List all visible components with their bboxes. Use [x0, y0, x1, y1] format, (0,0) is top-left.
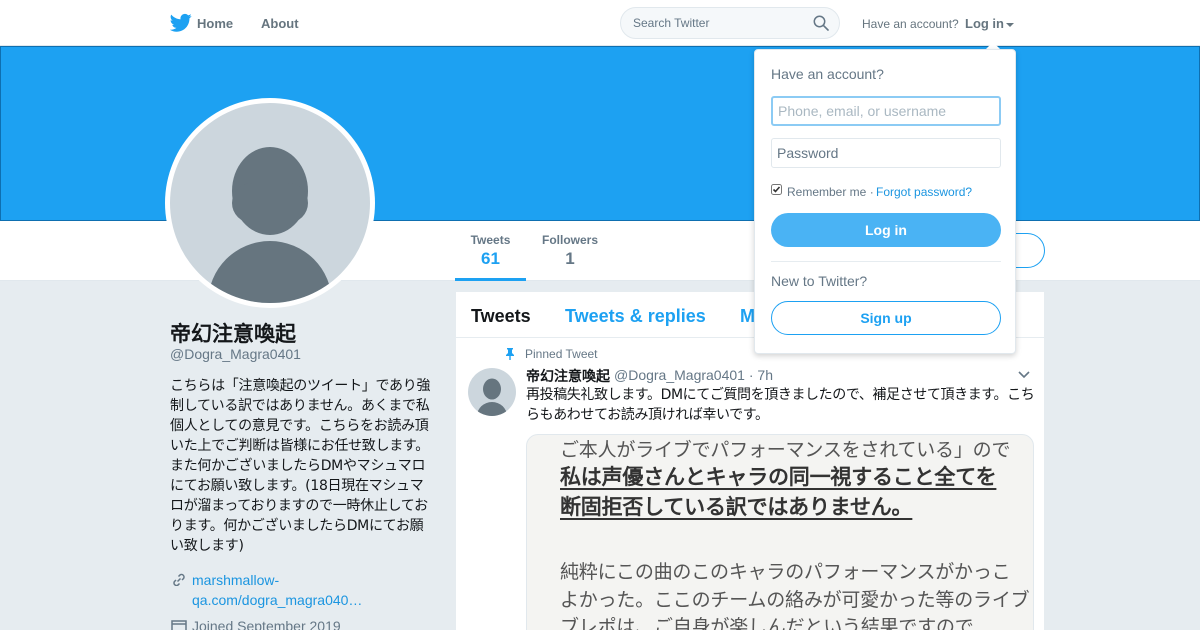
tweets-stat[interactable]: Tweets 61 [455, 233, 526, 281]
tab-media[interactable]: M [740, 306, 755, 327]
nav-about-link[interactable]: About [261, 16, 299, 31]
followers-stat-count: 1 [565, 249, 575, 268]
tweet-author-avatar[interactable] [468, 368, 516, 416]
twitter-bird-icon[interactable] [170, 13, 192, 33]
dropdown-title: Have an account? [771, 66, 884, 82]
login-dropdown-toggle[interactable]: Log in [965, 16, 1014, 31]
media-text-line: 断固拒否している訳ではありません。 [560, 495, 913, 519]
remember-me-text: Remember me [787, 185, 867, 199]
default-avatar-icon [170, 103, 370, 303]
tab-tweets-and-replies[interactable]: Tweets & replies [565, 306, 706, 327]
tab-tweets[interactable]: Tweets [471, 306, 531, 327]
tweet-media-image[interactable]: ご本人がライブでパフォーマンスをされている」ので 私は声優さんとキャラの同一視す… [526, 434, 1034, 630]
tweet-timestamp[interactable]: · 7h [749, 367, 773, 383]
separator-text: · [869, 185, 874, 199]
login-dropdown: Have an account? Remember me · Forgot pa… [754, 49, 1016, 354]
link-icon [173, 573, 185, 586]
profile-avatar[interactable] [165, 98, 375, 308]
media-text-line: 純粋にこの曲のこのキャラのパフォーマンスがかっこ [560, 561, 1011, 583]
tweet-text: 再投稿失礼致します。DMにてご質問を頂きましたので、補足させて頂きます。こちらも… [526, 387, 1035, 423]
remember-me-label: Remember me · [787, 185, 874, 199]
avatar-silhouette-icon [208, 147, 332, 303]
pin-icon [506, 348, 514, 360]
pinned-tweet-label: Pinned Tweet [525, 347, 598, 361]
dropdown-divider [771, 261, 1001, 262]
media-text-line: ブレポは、ご自身が楽しんだという結果ですので [560, 616, 974, 630]
calendar-icon [171, 620, 187, 630]
have-account-text: Have an account? [862, 17, 959, 31]
profile-bio: こちらは「注意喚起のツイート」であり強制している訳ではありません。あくまで私個人… [170, 378, 431, 554]
login-toggle-label: Log in [965, 16, 1004, 31]
followers-stat[interactable]: Followers 1 [535, 233, 605, 269]
profile-name: 帝幻注意喚起 [170, 322, 296, 346]
profile-handle[interactable]: @Dogra_Magra0401 [170, 346, 301, 362]
login-button[interactable]: Log in [771, 213, 1001, 247]
tweet-author-handle[interactable]: @Dogra_Magra0401 [614, 367, 745, 383]
media-text-line: 私は声優さんとキャラの同一視すること全てを [560, 465, 997, 489]
media-text-line: ご本人がライブでパフォーマンスをされている」ので [560, 439, 1011, 461]
followers-stat-label: Followers [541, 233, 598, 247]
tweet-author-name[interactable]: 帝幻注意喚起 [526, 366, 610, 386]
new-to-twitter-text: New to Twitter? [771, 273, 868, 289]
tweets-stat-count: 61 [481, 249, 500, 268]
profile-joined-date: Joined September 2019 [192, 618, 341, 630]
profile-website-link[interactable]: marshmallow-qa.com/dogra_magra040… [192, 570, 392, 610]
username-field[interactable] [771, 96, 1001, 126]
signup-button[interactable]: Sign up [771, 301, 1001, 335]
password-field[interactable] [771, 138, 1001, 168]
chevron-down-icon [1006, 22, 1014, 27]
media-text-line: よかった。ここのチームの絡みが可愛かった等のライブ [560, 589, 1030, 611]
avatar-silhouette-icon [477, 378, 507, 416]
search-input[interactable] [633, 16, 803, 30]
tweet-author-meta: @Dogra_Magra0401 · 7h [614, 367, 773, 383]
chevron-down-icon[interactable] [1018, 371, 1030, 379]
top-navigation: Home About Have an account? Log in [0, 0, 1200, 46]
forgot-password-link[interactable]: Forgot password? [876, 185, 972, 199]
nav-home-link[interactable]: Home [197, 16, 233, 31]
tweets-stat-label: Tweets [470, 233, 511, 247]
search-box [620, 7, 840, 39]
remember-me-checkbox[interactable] [771, 184, 782, 195]
search-icon[interactable] [813, 15, 829, 31]
